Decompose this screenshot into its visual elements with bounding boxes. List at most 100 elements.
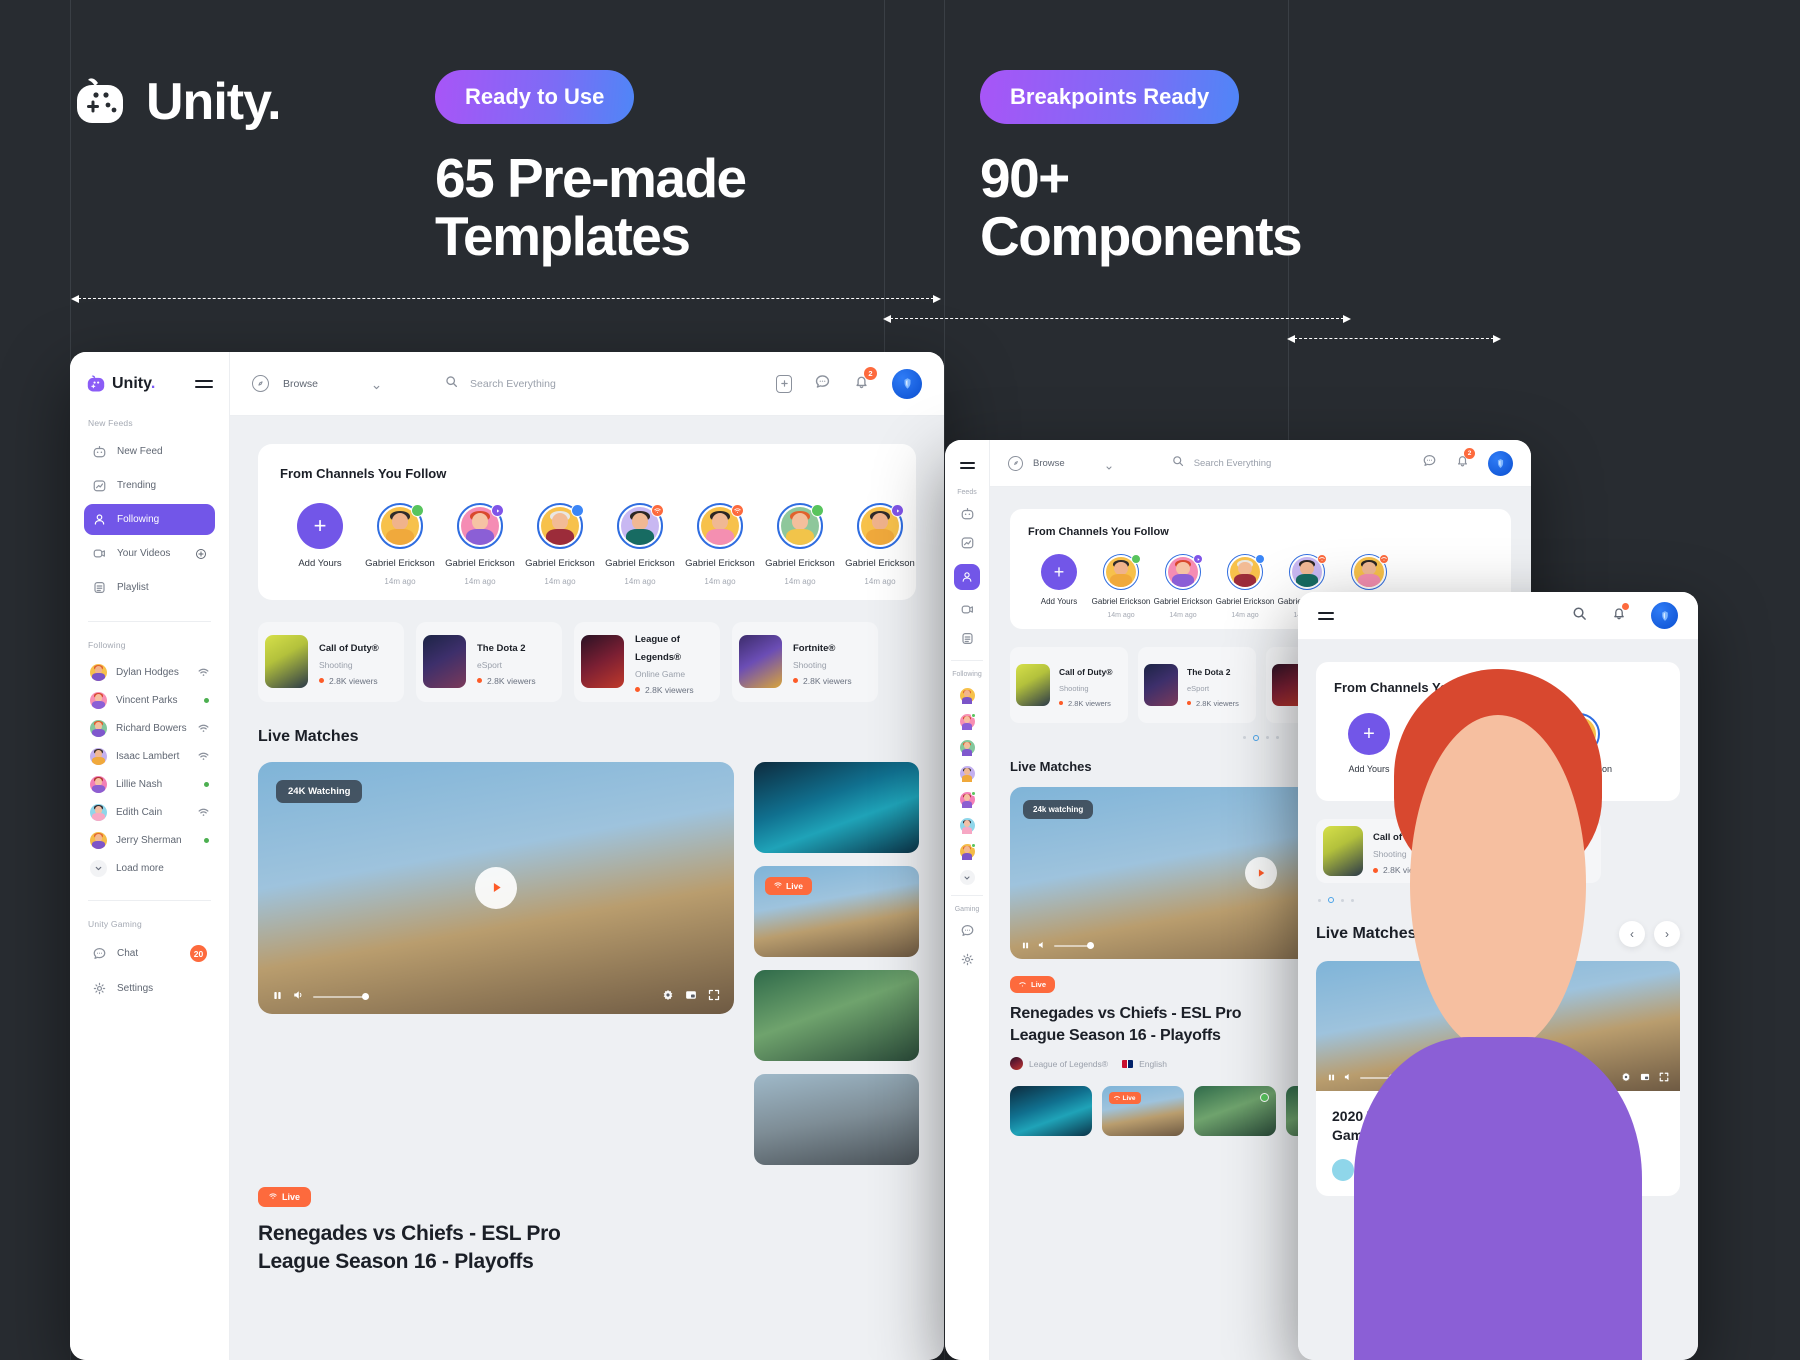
sidebar-item-your-videos[interactable]: Your Videos <box>84 538 215 569</box>
chevron-down-icon[interactable] <box>372 379 381 390</box>
user-avatar-shield[interactable] <box>1488 450 1513 476</box>
game-card[interactable]: League of Legends® Online Game 2.8K view… <box>574 621 720 702</box>
list-item[interactable]: Edith Cain <box>84 798 215 826</box>
user-avatar-shield[interactable] <box>892 368 922 399</box>
avatar[interactable] <box>959 740 975 756</box>
avatar[interactable] <box>959 713 976 730</box>
sidebar-item-following[interactable]: Following <box>84 504 215 535</box>
sidebar-item-chat[interactable]: Chat 20 <box>84 937 215 970</box>
volume-slider[interactable] <box>313 993 369 1000</box>
bell-icon[interactable]: 2 <box>1455 448 1475 473</box>
game-category: Shooting <box>319 659 353 670</box>
playlist-icon[interactable] <box>960 631 975 646</box>
game-name: League of Legends® <box>635 633 682 663</box>
play-icon[interactable] <box>475 866 517 909</box>
list-item[interactable] <box>754 761 919 853</box>
picture-in-picture-icon[interactable] <box>685 988 697 1006</box>
search-input[interactable]: Search Everything <box>445 375 556 393</box>
sidebar-item-trending[interactable]: Trending <box>84 470 215 501</box>
load-more-button[interactable]: Load more <box>84 854 215 882</box>
list-item[interactable]: Gabriel Erickson 14m ago <box>520 503 600 586</box>
game-card[interactable]: Call of Duty® Shooting 2.8K viewers <box>1010 646 1128 723</box>
list-item[interactable]: Gabriel Erickson 14m ago <box>1214 554 1276 619</box>
add-yours-story[interactable]: + Add Yours <box>1028 554 1090 619</box>
volume-icon[interactable] <box>1037 937 1047 955</box>
add-square-icon[interactable] <box>776 374 792 393</box>
pause-icon[interactable] <box>272 988 283 1006</box>
browse-button-label[interactable]: Browse <box>283 378 318 390</box>
game-card[interactable]: Fortnite® Shooting 2.8K viewers <box>732 621 878 702</box>
search-placeholder: Search Everything <box>470 377 556 390</box>
trending-chart-icon[interactable] <box>960 535 975 550</box>
live-dot-icon <box>1187 701 1191 706</box>
rail-item-following[interactable] <box>954 564 980 591</box>
chevron-down-icon[interactable] <box>959 870 975 886</box>
volume-slider[interactable] <box>1054 942 1094 949</box>
flag-icon <box>1122 1059 1134 1068</box>
list-item[interactable]: Gabriel Erickson 14m ago <box>600 503 680 586</box>
gamepad-feed-icon[interactable] <box>960 506 975 521</box>
gear-icon[interactable] <box>960 952 975 967</box>
side-thumbnails: Live <box>754 761 919 1165</box>
game-card[interactable]: The Dota 2 eSport 2.8K viewers <box>416 621 562 702</box>
game-viewers: 2.8K viewers <box>1196 698 1239 708</box>
avatar[interactable] <box>959 843 976 860</box>
list-item[interactable]: Richard Bowers <box>84 714 215 742</box>
chat-bubble-icon[interactable] <box>960 923 975 938</box>
list-item[interactable]: Gabriel Erickson 14m ago <box>1152 554 1214 619</box>
list-item[interactable] <box>754 1073 919 1165</box>
plus-circle-icon[interactable] <box>195 548 207 560</box>
list-item[interactable]: Vincent Parks <box>84 686 215 714</box>
list-item[interactable]: Isaac Lambert <box>84 742 215 770</box>
list-item[interactable] <box>754 969 919 1061</box>
volume-icon[interactable] <box>292 988 304 1006</box>
add-yours-story[interactable]: + Add Yours <box>280 503 360 586</box>
hamburger-menu-icon[interactable] <box>195 380 213 388</box>
list-item[interactable] <box>1010 1086 1092 1137</box>
sidebar-item-settings[interactable]: Settings <box>84 973 215 1004</box>
avatar[interactable] <box>959 766 975 782</box>
game-card[interactable]: Call of Duty® Shooting 2.8K viewers <box>258 621 404 702</box>
list-item[interactable]: Gabriel Erickson 14m ago <box>680 503 760 586</box>
message-bubble-icon[interactable] <box>814 373 831 395</box>
rail-section-label-following: Following <box>952 671 982 679</box>
story-time: 14m ago <box>784 576 816 586</box>
avatar[interactable] <box>959 688 975 704</box>
list-item[interactable]: Live <box>754 865 919 957</box>
list-item[interactable]: Gabriel Erickson 14m ago <box>840 503 920 586</box>
sidebar-item-new-feed[interactable]: New Feed <box>84 436 215 467</box>
sidebar-item-label: Chat <box>117 948 139 959</box>
list-item[interactable]: Jerry Sherman <box>84 826 215 854</box>
status-badge <box>1260 1093 1269 1103</box>
compass-icon[interactable] <box>252 375 269 392</box>
sidebar-item-playlist[interactable]: Playlist <box>84 572 215 603</box>
search-input[interactable]: Search Everything <box>1172 454 1271 472</box>
game-name: The Dota 2 <box>1187 666 1231 677</box>
bell-icon[interactable]: 2 <box>853 366 877 395</box>
hamburger-menu-icon[interactable] <box>959 462 975 470</box>
fullscreen-icon[interactable] <box>708 988 720 1006</box>
list-item[interactable]: Dylan Hodges <box>84 658 215 686</box>
chat-bubble-icon <box>92 946 107 961</box>
avatar[interactable] <box>959 791 976 808</box>
pause-icon[interactable] <box>1021 937 1030 955</box>
channel-row[interactable]: UI8 Gaming✓ Call of Duty® <box>1332 668 1664 1360</box>
list-item[interactable]: Gabriel Erickson 14m ago <box>1090 554 1152 619</box>
list-item[interactable]: Live <box>1102 1086 1184 1137</box>
video-icon[interactable] <box>960 602 975 617</box>
message-bubble-icon[interactable] <box>1422 453 1437 473</box>
chevron-down-icon[interactable] <box>1105 459 1114 470</box>
compass-icon[interactable] <box>1008 455 1023 471</box>
game-card[interactable]: The Dota 2 eSport 2.8K viewers <box>1138 646 1256 723</box>
list-item[interactable]: Gabriel Erickson 14m ago <box>360 503 440 586</box>
browse-button-label[interactable]: Browse <box>1033 458 1065 469</box>
play-icon[interactable] <box>1244 856 1277 889</box>
list-item[interactable]: Gabriel Erickson 14m ago <box>440 503 520 586</box>
video-player[interactable]: 24K Watching <box>258 761 734 1014</box>
list-item[interactable]: Gabriel Erickson 14m ago <box>760 503 840 586</box>
list-item[interactable] <box>1194 1086 1276 1137</box>
app-logo[interactable]: Unity. <box>86 374 155 394</box>
list-item[interactable]: Lillie Nash <box>84 770 215 798</box>
gear-icon[interactable] <box>662 988 674 1006</box>
avatar[interactable] <box>959 818 975 834</box>
